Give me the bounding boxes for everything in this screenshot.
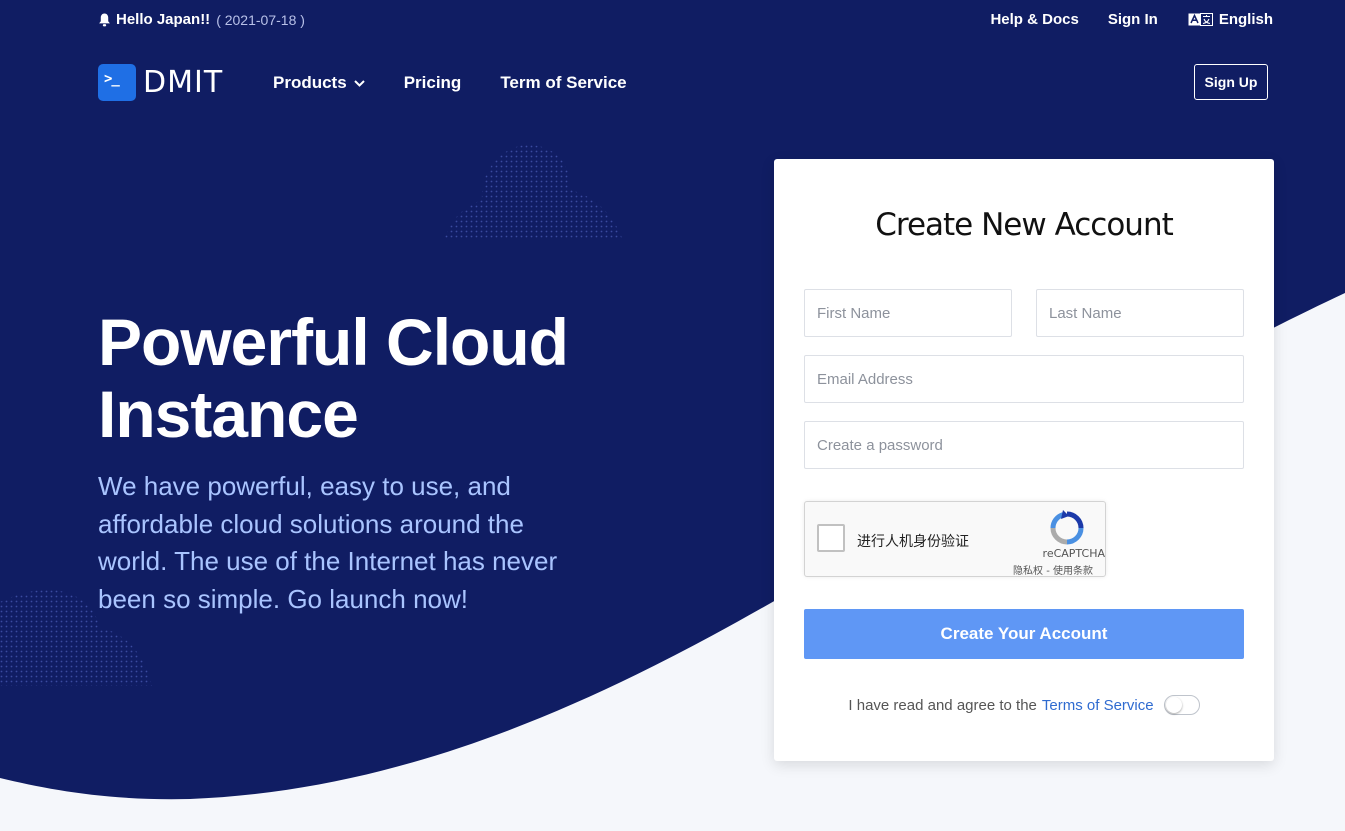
form-title: Create New Account <box>875 207 1174 243</box>
chevron-down-icon <box>353 79 365 87</box>
nav-pricing[interactable]: Pricing <box>404 73 462 93</box>
recaptcha-widget: 进行人机身份验证 reCAPTCHA 隐私权 - 使用条款 <box>804 501 1106 577</box>
nav-products-label: Products <box>273 73 347 92</box>
brand-logo[interactable]: >_ DMIT <box>98 64 223 101</box>
agree-text: I have read and agree to the <box>848 696 1037 714</box>
recaptcha-icon <box>1050 510 1084 545</box>
language-selector[interactable]: English <box>1188 11 1273 28</box>
main-nav: Products Pricing Term of Service <box>273 73 666 93</box>
brand-name: DMIT <box>143 65 224 100</box>
hero-title-line2: Instance <box>98 377 359 451</box>
first-name-input[interactable] <box>804 289 1012 337</box>
create-account-button[interactable]: Create Your Account <box>804 609 1244 659</box>
email-input[interactable] <box>804 355 1244 403</box>
recaptcha-label: 进行人机身份验证 <box>857 534 969 550</box>
signup-card: Create New Account 进行人机身份验证 reCAPTCHA 隐私… <box>774 159 1274 761</box>
language-label: English <box>1218 11 1273 28</box>
recaptcha-brand: reCAPTCHA <box>1042 547 1105 560</box>
announcement[interactable]: Hello Japan!! ( 2021-07-18 ) <box>98 11 305 28</box>
sign-in-link[interactable]: Sign In <box>1108 11 1158 28</box>
last-name-input[interactable] <box>1036 289 1244 337</box>
announcement-date: ( 2021-07-18 ) <box>216 11 305 28</box>
hero-title-line1: Powerful Cloud <box>98 305 569 379</box>
top-bar: Hello Japan!! ( 2021-07-18 ) Help & Docs… <box>98 8 1273 34</box>
recaptcha-link-separator: - <box>1043 566 1053 577</box>
nav-products[interactable]: Products <box>273 73 365 93</box>
nav-term-of-service[interactable]: Term of Service <box>500 73 626 93</box>
translate-icon <box>1188 13 1213 26</box>
sign-up-button[interactable]: Sign Up <box>1194 64 1268 100</box>
hero-title: Powerful Cloud Instance <box>98 306 658 450</box>
help-docs-link[interactable]: Help & Docs <box>990 11 1078 28</box>
recaptcha-links: 隐私权 - 使用条款 <box>1013 562 1093 577</box>
terms-agreement: I have read and agree to the Terms of Se… <box>774 695 1274 715</box>
recaptcha-checkbox[interactable] <box>817 524 845 552</box>
terminal-icon: >_ <box>98 64 136 101</box>
recaptcha-terms-link[interactable]: 使用条款 <box>1053 566 1093 577</box>
hero-subtitle: We have powerful, easy to use, and affor… <box>98 471 558 614</box>
agree-toggle[interactable] <box>1163 695 1200 715</box>
top-links: Help & Docs Sign In English <box>990 11 1273 28</box>
password-input[interactable] <box>804 421 1244 469</box>
bell-icon <box>99 13 110 26</box>
announcement-text: Hello Japan!! <box>116 11 211 28</box>
terms-of-service-link[interactable]: Terms of Service <box>1042 697 1154 714</box>
toggle-knob <box>1165 697 1182 713</box>
recaptcha-privacy-link[interactable]: 隐私权 <box>1013 566 1043 577</box>
